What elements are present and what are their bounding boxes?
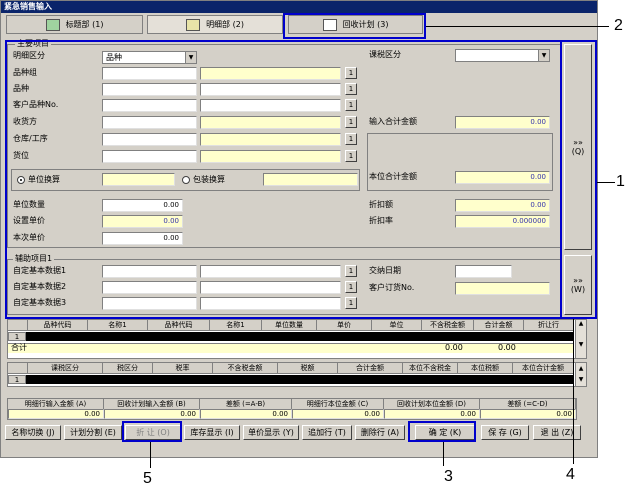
grid2-col-tax-rate[interactable]: 税率 — [153, 363, 213, 374]
grid2-col-local-total[interactable]: 本位合计金额 — [513, 363, 574, 374]
callout-line-1 — [597, 182, 615, 183]
grid2-col-local-tax[interactable]: 本位税额 — [458, 363, 513, 374]
callout-line-5 — [150, 442, 151, 468]
annotation-box-discount — [122, 421, 182, 442]
grid1-col-net-amount[interactable]: 不含税金额 — [422, 320, 474, 331]
detail-total-row — [8, 343, 574, 353]
delete-row-button[interactable]: 删除行 (A) — [355, 425, 405, 440]
grid2-col-total[interactable]: 合计金额 — [338, 363, 403, 374]
summary-a-value: 0.00 — [8, 409, 104, 419]
detail-total-sum: 0.00 — [498, 343, 516, 352]
summary-diff1-value: 0.00 — [200, 409, 292, 419]
detail-grid-scrollbar[interactable]: ▲ ▼ — [575, 320, 586, 358]
annotation-box-confirm — [408, 421, 476, 442]
annotation-box-side — [560, 40, 597, 319]
summary-c-value: 0.00 — [292, 409, 384, 419]
detail-grid-row[interactable] — [8, 332, 574, 341]
grid1-col-name1[interactable]: 名称1 — [88, 320, 148, 331]
tax-grid-header: 课税区分 税区分 税率 不含税金额 税额 合计金额 本位不含税金 本位税额 本位… — [8, 363, 574, 374]
tax-row-number: 1 — [8, 375, 26, 384]
show-stock-button[interactable]: 库存显示 (I) — [184, 425, 240, 440]
split-plan-button[interactable]: 计划分割 (E) — [64, 425, 122, 440]
grid1-col-total[interactable]: 合计金额 — [474, 320, 524, 331]
grid1-col-discount-row[interactable]: 折让行 — [524, 320, 574, 331]
book-icon — [45, 18, 60, 31]
tab-header-label: 标题部 (1) — [65, 20, 104, 29]
callout-line-3 — [443, 442, 444, 466]
toggle-name-button[interactable]: 名称切换 (J) — [5, 425, 61, 440]
callout-5: 5 — [143, 470, 152, 487]
tab-header[interactable]: 标题部 (1) — [6, 15, 143, 34]
grid1-col-price[interactable]: 单价 — [317, 320, 372, 331]
callout-line-2 — [426, 26, 609, 27]
grid1-col-unit[interactable]: 单位 — [372, 320, 422, 331]
grid2-col-tax-class[interactable]: 税区分 — [103, 363, 153, 374]
tab-detail[interactable]: 明细部 (2) — [147, 15, 283, 34]
detail-total-label: 合计 — [11, 343, 27, 352]
tab-detail-label: 明细部 (2) — [206, 20, 244, 29]
grid2-col-local-net[interactable]: 本位不含税金 — [403, 363, 458, 374]
add-row-button[interactable]: 追加行 (T) — [302, 425, 352, 440]
summary-d-value: 0.00 — [384, 409, 480, 419]
window-title: 紧急销售输入 — [1, 1, 597, 13]
annotation-box-tab3 — [283, 13, 426, 39]
show-price-button[interactable]: 单价显示 (Y) — [243, 425, 299, 440]
grid2-col-net-amount[interactable]: 不含税金额 — [213, 363, 278, 374]
grid1-col-name1-2[interactable]: 名称1 — [210, 320, 262, 331]
detail-total-net: 0.00 — [445, 343, 463, 352]
callout-1: 1 — [616, 173, 625, 190]
grid1-col-unit-qty[interactable]: 单位数量 — [262, 320, 317, 331]
tax-grid-row[interactable] — [8, 375, 574, 384]
detail-row-number: 1 — [8, 332, 26, 341]
grid2-col-tax-amount[interactable]: 税额 — [278, 363, 338, 374]
save-button[interactable]: 保 存 (G) — [481, 425, 529, 440]
document-icon — [186, 18, 201, 31]
callout-line-4 — [573, 319, 574, 464]
annotation-box-main — [5, 40, 597, 319]
grid1-col-product-code-2[interactable]: 品种代码 — [148, 320, 210, 331]
callout-2: 2 — [614, 17, 623, 34]
tax-grid-scrollbar[interactable]: ▲ ▼ — [575, 363, 586, 386]
grid1-col-product-code[interactable]: 品种代码 — [28, 320, 88, 331]
grid2-col-tax-type[interactable]: 课税区分 — [28, 363, 103, 374]
summary-diff2-value: 0.00 — [480, 409, 576, 419]
callout-4: 4 — [566, 466, 575, 483]
callout-3: 3 — [444, 468, 453, 485]
summary-b-value: 0.00 — [104, 409, 200, 419]
detail-grid-header: 品种代码 名称1 品种代码 名称1 单位数量 单价 单位 不含税金额 合计金额 … — [8, 320, 574, 331]
